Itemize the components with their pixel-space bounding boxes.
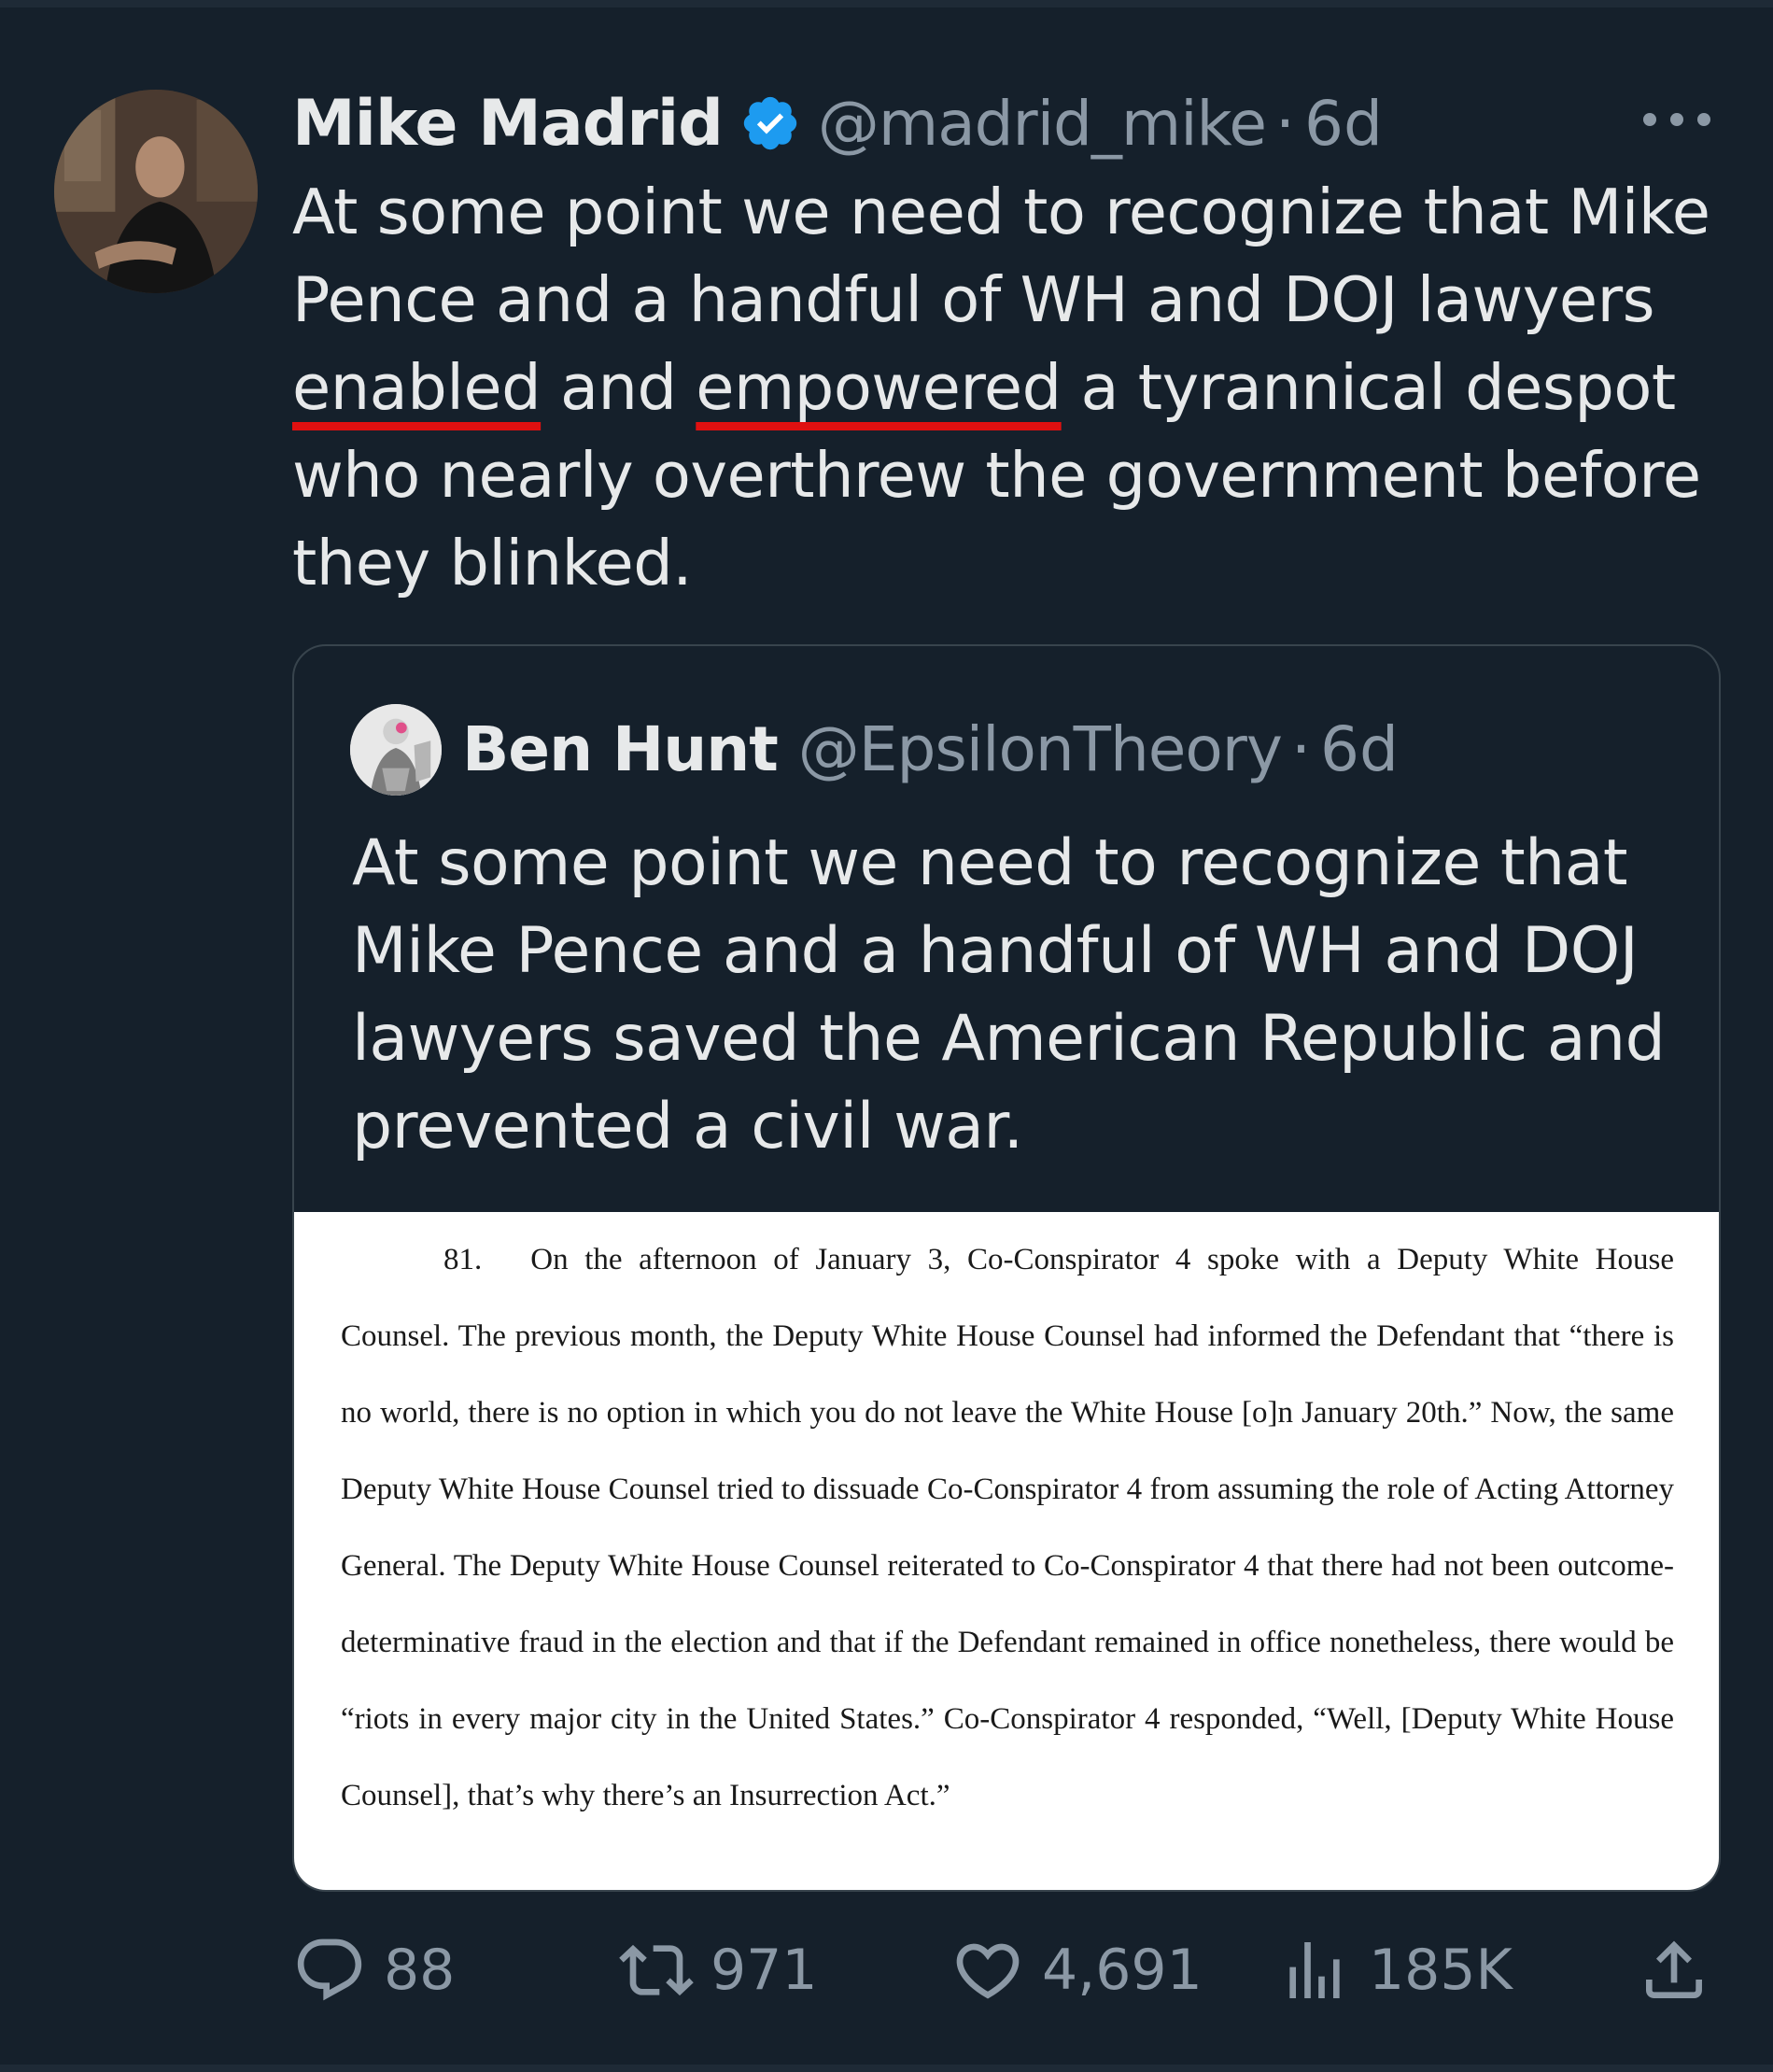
document-paragraph: 81. On the afternoon of January 3, Co-Con… (341, 1221, 1674, 1834)
share-button[interactable] (1637, 1933, 1728, 2008)
reply-count: 88 (384, 1938, 456, 2003)
quoted-author-name[interactable]: Ben Hunt (462, 713, 779, 785)
views-button[interactable]: 185K (1277, 1933, 1513, 2008)
like-count: 4,691 (1042, 1938, 1203, 2003)
more-icon[interactable] (1643, 103, 1710, 136)
like-icon (956, 1943, 1020, 1999)
document-image[interactable]: 81. On the afternoon of January 3, Co-Con… (294, 1212, 1719, 1890)
tweet-text: At some point we need to recognize that … (292, 168, 1711, 607)
quoted-tweet[interactable]: Ben Hunt @EpsilonTheory · 6d At some poi… (292, 644, 1721, 1892)
tweet-text-part: and (541, 351, 697, 424)
author-handle[interactable]: @madrid_mike (818, 88, 1267, 160)
retweet-button[interactable]: 971 (619, 1933, 818, 2008)
tweet-time[interactable]: 6d (1304, 88, 1383, 160)
quoted-author-avatar[interactable] (350, 704, 442, 796)
quoted-tweet-time[interactable]: 6d (1320, 713, 1399, 785)
paragraph-number: 81. (443, 1243, 483, 1276)
views-count: 185K (1369, 1938, 1513, 2003)
quoted-author-handle[interactable]: @EpsilonTheory (798, 713, 1283, 785)
underlined-word-enabled: enabled (292, 351, 542, 424)
author-name[interactable]: Mike Madrid (292, 87, 724, 161)
like-button[interactable]: 4,691 (950, 1933, 1203, 2008)
quoted-tweet-text: At some point we need to recognize that … (352, 826, 1666, 1163)
retweet-count: 971 (711, 1938, 818, 2003)
share-icon (1646, 1940, 1702, 1998)
separator-dot: · (1275, 87, 1296, 160)
reply-button[interactable]: 88 (292, 1933, 455, 2008)
paragraph-text: On the afternoon of January 3, Co-Conspi… (341, 1243, 1674, 1812)
tweet-actions: 88 971 4,691 185K (292, 1933, 1717, 2008)
author-avatar[interactable] (54, 90, 258, 293)
verified-badge-icon (743, 96, 797, 150)
reply-icon (297, 1938, 362, 2001)
tweet-header: Mike Madrid @madrid_mike · 6d (292, 77, 1383, 170)
tweet[interactable]: Mike Madrid @madrid_mike · 6d At some po… (0, 0, 1773, 2072)
retweet-icon (619, 1944, 694, 1996)
separator-dot: · (1291, 712, 1311, 785)
quoted-tweet-header: Ben Hunt @EpsilonTheory · 6d (462, 702, 1399, 796)
underlined-word-empowered: empowered (696, 351, 1062, 424)
tweet-text-part: At some point we need to recognize that … (292, 176, 1710, 336)
views-icon (1289, 1942, 1340, 1998)
bottom-divider (0, 2065, 1773, 2072)
